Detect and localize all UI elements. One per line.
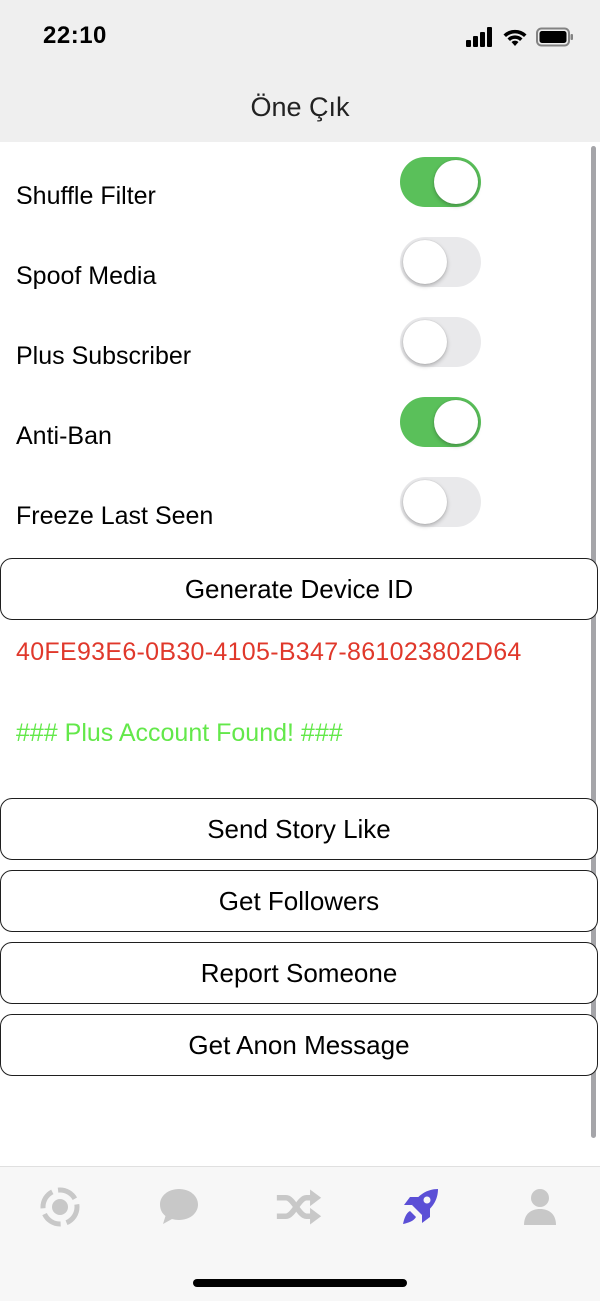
tab-chat[interactable] [155, 1183, 203, 1231]
wifi-icon [503, 29, 527, 46]
report-someone-button[interactable]: Report Someone [0, 942, 598, 1004]
spoof-media-switch[interactable] [400, 237, 481, 287]
cellular-signal-icon [466, 27, 492, 47]
chat-bubble-icon [160, 1189, 198, 1224]
toggle-label: Spoof Media [16, 262, 157, 290]
generate-device-id-button[interactable]: Generate Device ID [0, 558, 598, 620]
switch-knob [434, 400, 478, 444]
shuffle-filter-switch[interactable] [400, 157, 481, 207]
toggle-row-freeze-last-seen: Freeze Last Seen [0, 462, 600, 542]
tab-boost[interactable] [396, 1183, 444, 1231]
toggle-row-plus-subscriber: Plus Subscriber [0, 302, 600, 382]
switch-knob [403, 320, 447, 364]
status-icons [466, 24, 574, 50]
toggle-label: Plus Subscriber [16, 342, 192, 370]
shuffle-icon [276, 1189, 322, 1225]
switch-knob [434, 160, 478, 204]
toggle-row-spoof-media: Spoof Media [0, 222, 600, 302]
navigation-bar: Öne Çık [0, 74, 600, 142]
settings-content[interactable]: Shuffle Filter Spoof Media Plus Subscrib… [0, 142, 600, 1166]
user-icon [524, 1189, 556, 1225]
tab-profile[interactable] [516, 1183, 564, 1231]
switch-knob [403, 240, 447, 284]
toggle-label: Freeze Last Seen [16, 502, 214, 530]
tab-shuffle[interactable] [275, 1183, 323, 1231]
rocket-icon [403, 1189, 438, 1224]
freeze-last-seen-switch[interactable] [400, 477, 481, 527]
radar-icon [40, 1187, 80, 1227]
get-anon-message-button[interactable]: Get Anon Message [0, 1014, 598, 1076]
plus-account-status: ### Plus Account Found! ### [16, 719, 343, 747]
page-title: Öne Çık [250, 92, 350, 122]
battery-icon [536, 27, 573, 47]
toggle-label: Anti-Ban [16, 422, 112, 450]
switch-knob [403, 480, 447, 524]
home-indicator[interactable] [193, 1279, 407, 1287]
get-followers-button[interactable]: Get Followers [0, 870, 598, 932]
toggle-row-shuffle-filter: Shuffle Filter [0, 142, 600, 222]
anti-ban-switch[interactable] [400, 397, 481, 447]
send-story-like-button[interactable]: Send Story Like [0, 798, 598, 860]
status-time: 22:10 [43, 22, 107, 49]
tab-radar[interactable] [36, 1183, 84, 1231]
plus-subscriber-switch[interactable] [400, 317, 481, 367]
toggle-row-anti-ban: Anti-Ban [0, 382, 600, 462]
toggle-label: Shuffle Filter [16, 182, 156, 210]
device-id-text: 40FE93E6-0B30-4105-B347-861023802D64 [16, 638, 522, 666]
status-bar: 22:10 [0, 0, 600, 74]
